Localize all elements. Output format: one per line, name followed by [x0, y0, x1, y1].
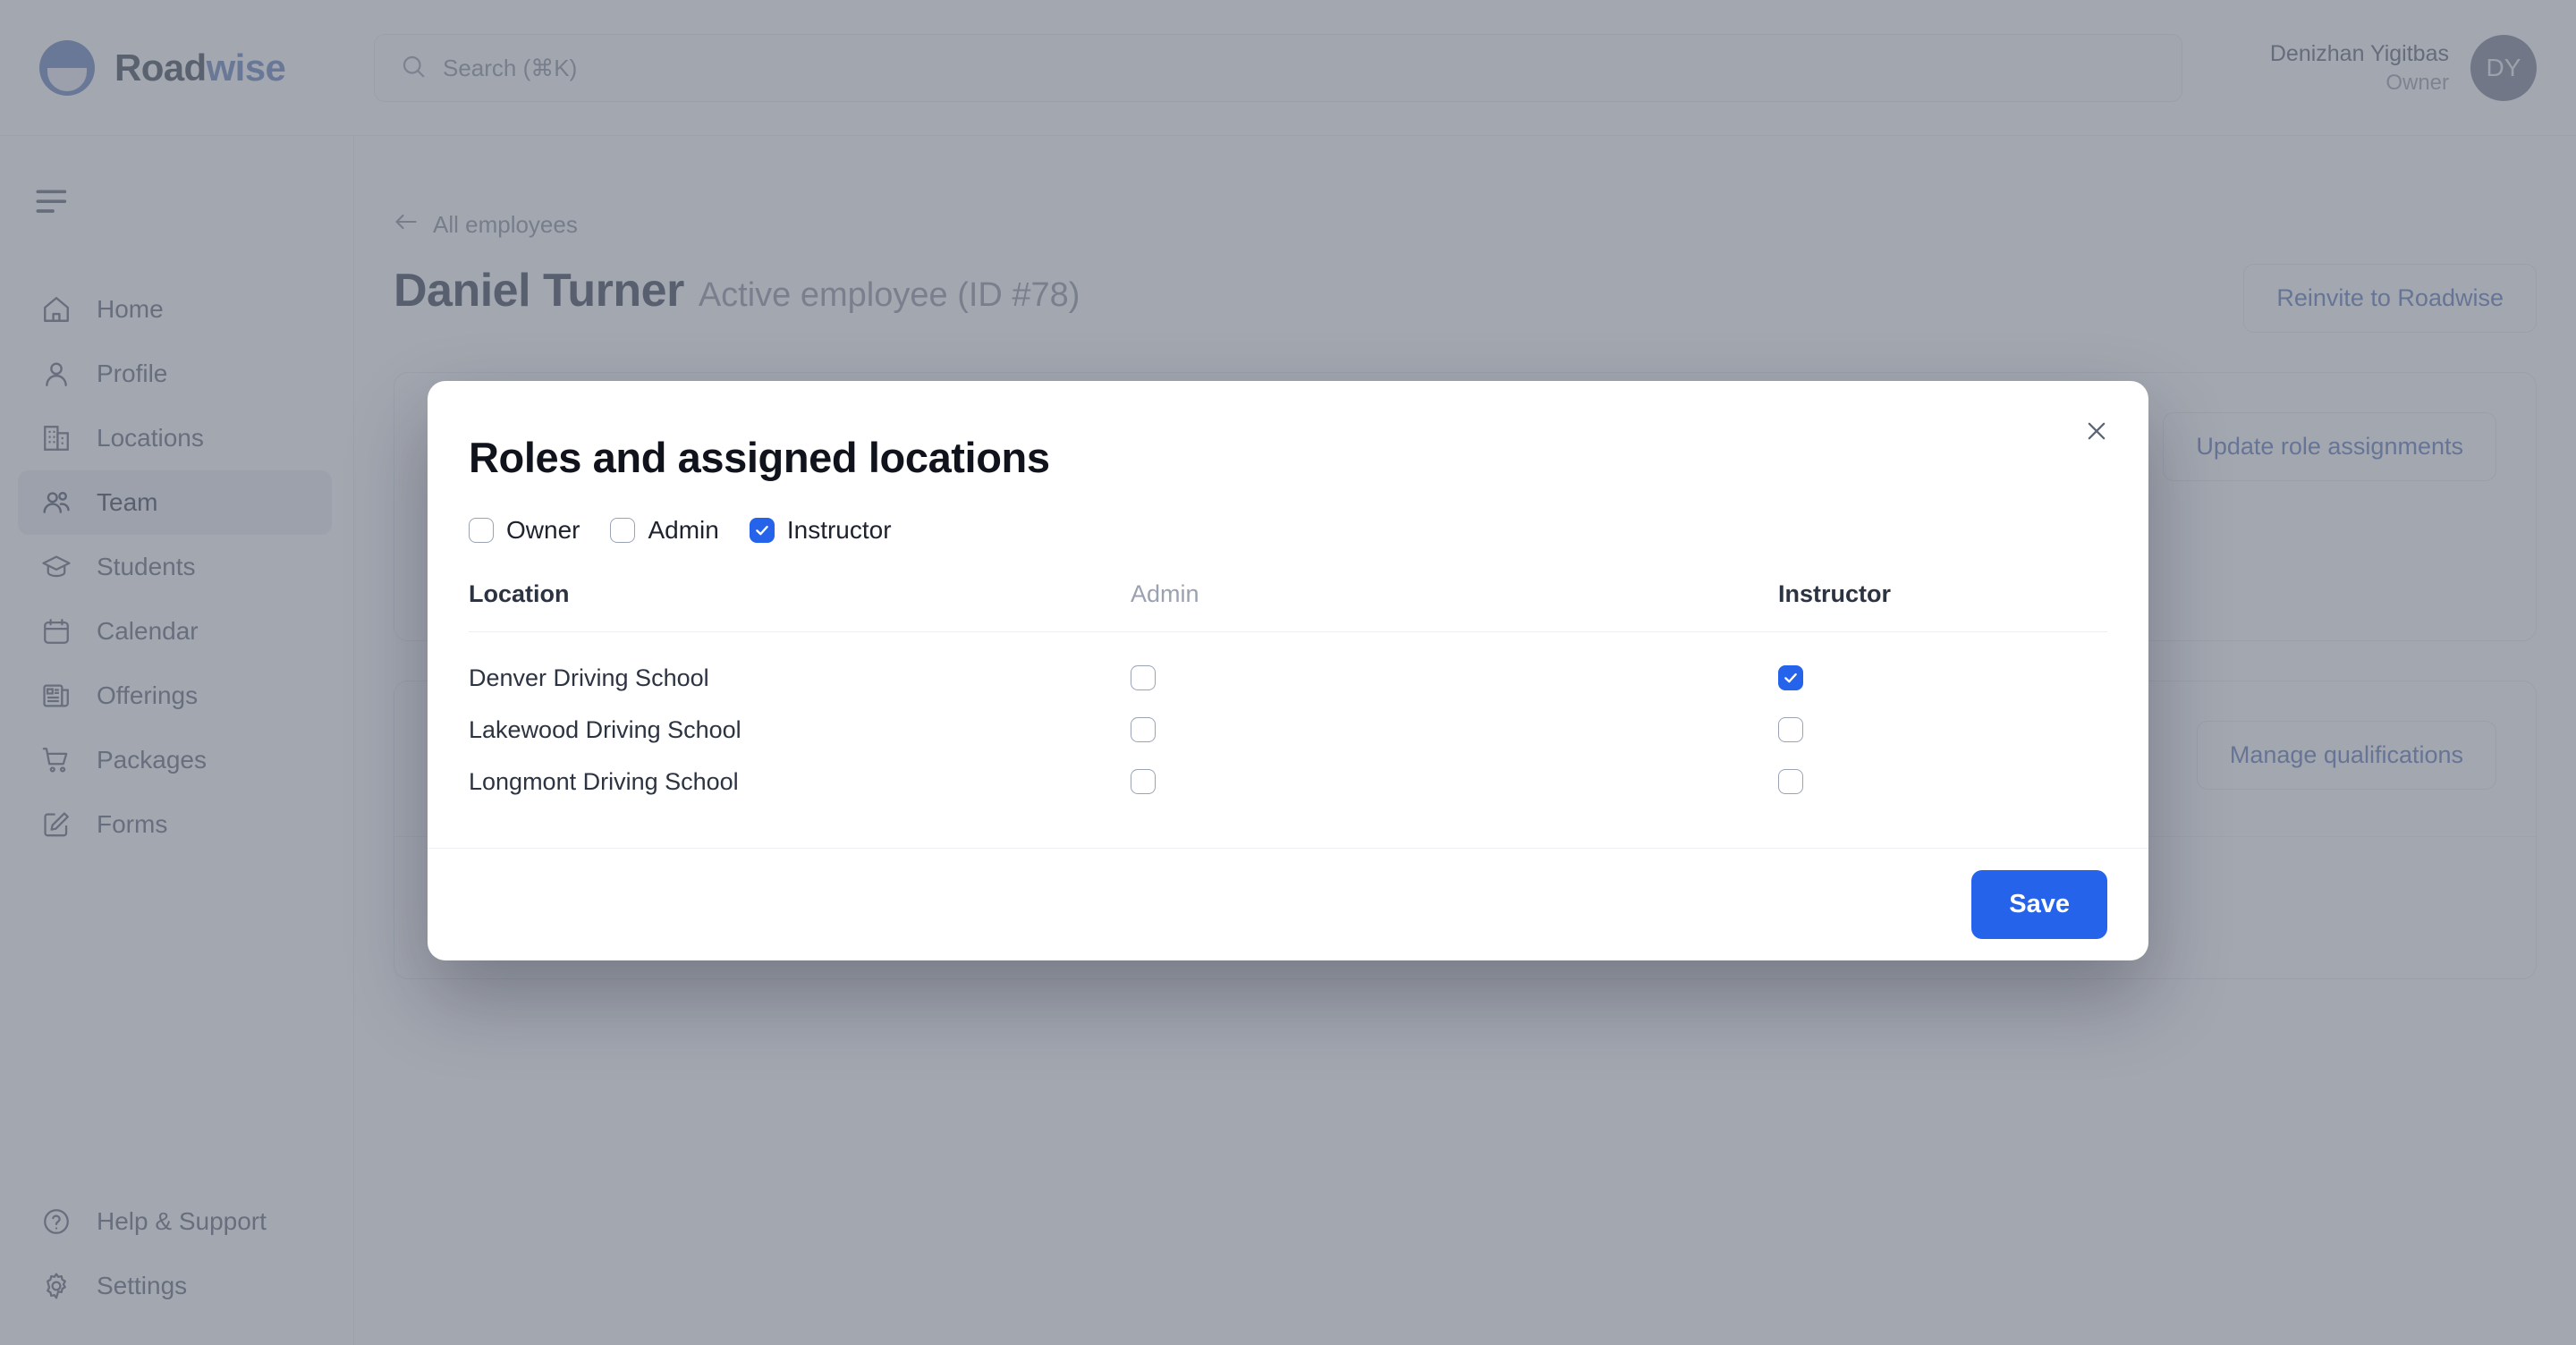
location-name: Lakewood Driving School — [469, 715, 741, 743]
column-header-instructor: Instructor — [1778, 580, 1892, 607]
role-option-admin[interactable]: Admin — [610, 516, 719, 545]
column-header-location: Location — [469, 580, 570, 607]
checkbox-instructor[interactable] — [749, 518, 775, 543]
checkbox-admin[interactable] — [610, 518, 636, 543]
admin-cell — [1131, 717, 1778, 742]
checkbox-admin-denver[interactable] — [1131, 665, 1156, 690]
table-row: Denver Driving School — [469, 652, 2107, 704]
roles-locations-modal: Roles and assigned locations Owner Admin — [428, 381, 2148, 960]
role-option-owner[interactable]: Owner — [469, 516, 580, 545]
modal-body: Roles and assigned locations Owner Admin — [428, 381, 2148, 808]
modal-footer: Save — [428, 848, 2148, 960]
location-name: Longmont Driving School — [469, 767, 739, 795]
table-row: Lakewood Driving School — [469, 704, 2107, 756]
role-option-label: Instructor — [786, 516, 892, 544]
close-icon[interactable] — [2072, 406, 2122, 456]
checkbox-admin-longmont[interactable] — [1131, 769, 1156, 794]
instructor-cell — [1778, 665, 2107, 690]
table-row: Longmont Driving School — [469, 756, 2107, 808]
role-checkbox-row: Owner Admin Instructor — [469, 516, 2107, 545]
locations-table: Location Admin Instructor Denver Driving… — [469, 580, 2107, 808]
checkbox-admin-lakewood[interactable] — [1131, 717, 1156, 742]
app-root: Roadwise Search (⌘K) Denizhan Yigitbas O… — [0, 0, 2576, 1345]
admin-cell — [1131, 769, 1778, 794]
role-option-label: Admin — [648, 516, 719, 544]
checkbox-instructor-denver[interactable] — [1778, 665, 1803, 690]
save-button[interactable]: Save — [1971, 870, 2107, 939]
checkbox-instructor-longmont[interactable] — [1778, 769, 1803, 794]
table-header-row: Location Admin Instructor — [469, 580, 2107, 632]
instructor-cell — [1778, 717, 2107, 742]
instructor-cell — [1778, 769, 2107, 794]
modal-title: Roles and assigned locations — [469, 434, 1050, 481]
role-option-label: Owner — [506, 516, 580, 544]
admin-cell — [1131, 665, 1778, 690]
column-header-admin: Admin — [1131, 580, 1199, 607]
role-option-instructor[interactable]: Instructor — [749, 516, 892, 545]
checkbox-instructor-lakewood[interactable] — [1778, 717, 1803, 742]
location-name: Denver Driving School — [469, 664, 709, 691]
checkbox-owner[interactable] — [469, 518, 494, 543]
